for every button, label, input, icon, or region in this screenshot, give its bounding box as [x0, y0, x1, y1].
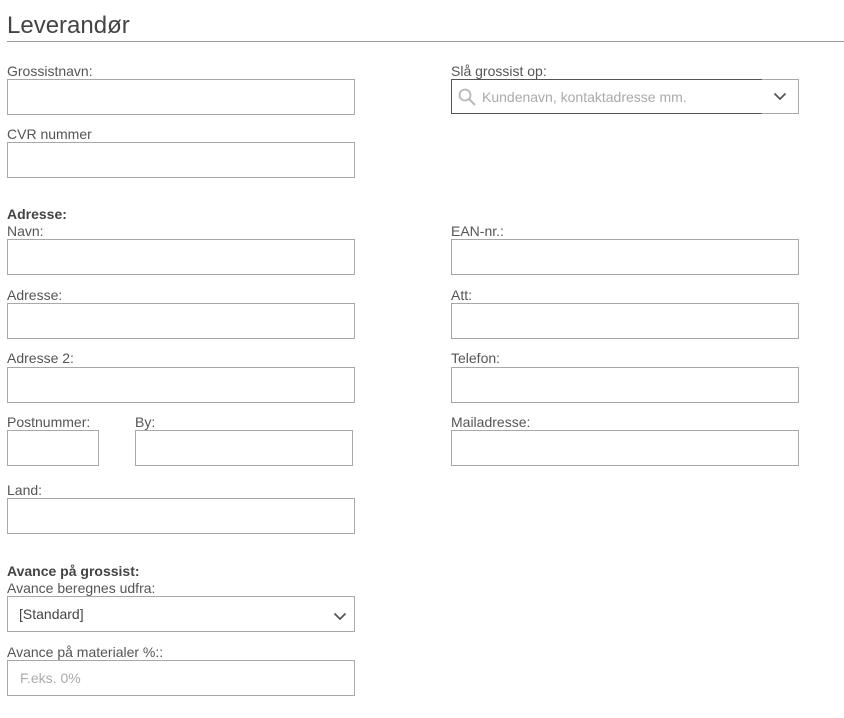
address-name-input[interactable] [7, 239, 355, 275]
wholesaler-name-label: Grossistnavn: [7, 63, 93, 79]
country-label: Land: [7, 482, 43, 498]
wholesaler-lookup-field[interactable] [451, 79, 763, 114]
ean-input[interactable] [451, 239, 799, 275]
address-heading: Adresse: [7, 206, 67, 222]
email-label: Mailadresse: [451, 414, 531, 430]
chevron-down-icon [773, 88, 787, 106]
wholesaler-lookup-dropdown-button[interactable] [762, 79, 799, 114]
phone-label: Telefon: [451, 350, 501, 366]
phone-input[interactable] [451, 367, 799, 403]
materials-markup-input[interactable] [7, 660, 355, 696]
address-name-label: Navn: [7, 223, 44, 239]
country-input[interactable] [7, 498, 355, 534]
search-icon [458, 88, 476, 111]
address2-input[interactable] [7, 367, 355, 403]
address-line-label: Adresse: [7, 287, 63, 303]
address-line-input[interactable] [7, 303, 355, 339]
att-label: Att: [451, 287, 473, 303]
email-input[interactable] [451, 430, 799, 466]
city-label: By: [135, 414, 156, 430]
cvr-input[interactable] [7, 142, 355, 178]
wholesaler-lookup-input[interactable] [482, 80, 758, 113]
markup-calc-label: Avance beregnes udfra: [7, 580, 156, 596]
city-input[interactable] [135, 430, 353, 466]
postal-code-input[interactable] [7, 430, 99, 466]
wholesaler-lookup-label: Slå grossist op: [451, 63, 547, 79]
title-divider [7, 41, 844, 42]
postal-code-label: Postnummer: [7, 414, 91, 430]
address2-label: Adresse 2: [7, 350, 74, 366]
markup-calc-selected: [Standard] [19, 606, 84, 622]
wholesaler-name-input[interactable] [7, 79, 355, 115]
ean-label: EAN-nr.: [451, 223, 504, 239]
markup-calc-select[interactable]: [Standard] [7, 596, 355, 632]
chevron-down-icon [333, 608, 347, 626]
cvr-label: CVR nummer [7, 126, 92, 142]
materials-markup-label: Avance på materialer %:: [7, 644, 164, 660]
att-input[interactable] [451, 303, 799, 339]
markup-heading: Avance på grossist: [7, 563, 140, 579]
page-title: Leverandør [7, 12, 130, 39]
